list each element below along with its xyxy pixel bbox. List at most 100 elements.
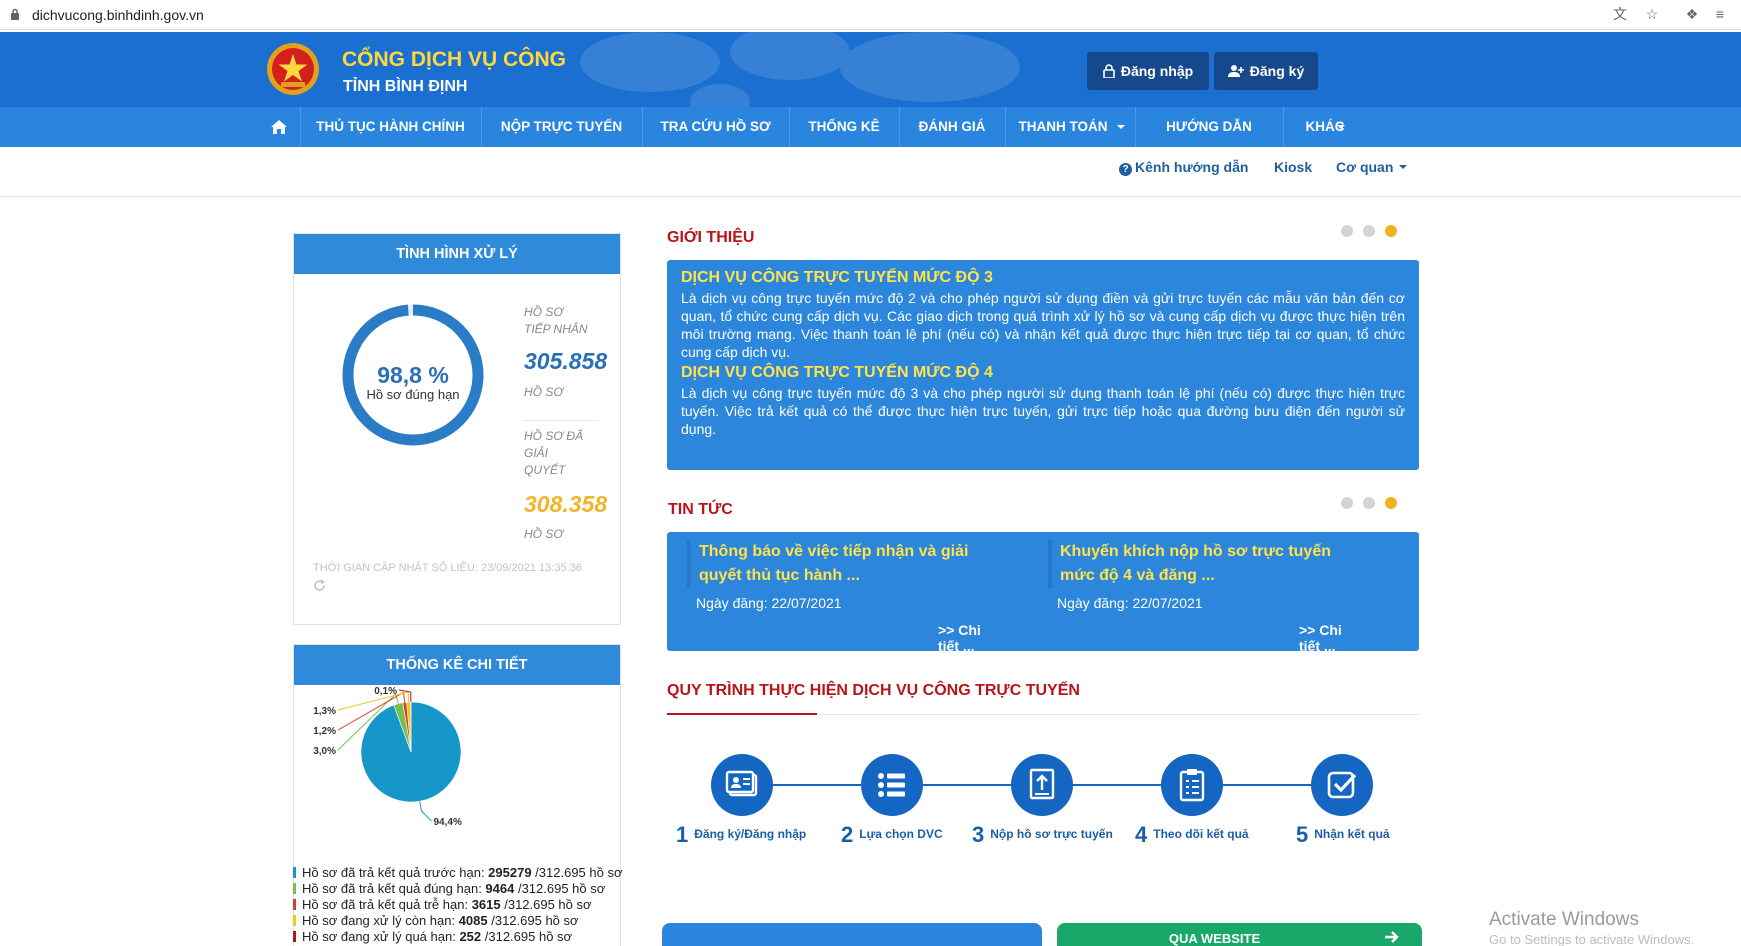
carousel-dot[interactable] (1363, 225, 1375, 237)
nav-item-payment-label: THANH TOÁN (1018, 119, 1108, 134)
nav-item-rating[interactable]: ĐÁNH GIÁ (899, 107, 1005, 147)
legend-marker (293, 883, 296, 894)
extension-icon[interactable]: ❖ (1684, 6, 1700, 22)
pie-leader-line (419, 801, 432, 822)
nav-item-guide[interactable]: HƯỚNG DẪN (1135, 107, 1283, 147)
lock-icon (1103, 64, 1115, 78)
intro-text-level4: Là dịch vụ công trực tuyến mức độ 3 và c… (681, 385, 1405, 437)
received-unit: HỒ SƠ (524, 385, 564, 399)
legend-value: 9464 (485, 881, 515, 896)
legend-text: Hồ sơ đang xử lý quá hạn: (302, 929, 460, 944)
main-nav: THỦ TỤC HÀNH CHÍNH NỘP TRỰC TUYẾN TRA CỨ… (0, 107, 1741, 147)
kiosk-link[interactable]: Kiosk (1274, 159, 1312, 175)
legend-total: /312.695 hồ sơ (531, 865, 623, 880)
carousel-dot[interactable] (1363, 497, 1375, 509)
news-item: Thông báo về việc tiếp nhận và giải quyế… (667, 532, 997, 654)
url-text[interactable]: dichvucong.binhdinh.gov.vn (32, 7, 204, 23)
resolved-label-line: HỒ SƠ ĐÃ (524, 429, 584, 443)
nav-item-lookup[interactable]: TRA CỨU HỒ SƠ (642, 107, 789, 147)
received-label-line: TIẾP NHẬN (524, 322, 588, 336)
process-section-title: QUY TRÌNH THỰC HIỆN DỊCH VỤ CÔNG TRỰC TU… (667, 682, 1080, 699)
step-label: 4 Theo dõi kết quả (1135, 822, 1249, 848)
step-text: Đăng ký/Đăng nhập (694, 827, 807, 842)
site-subtitle: TỈNH BÌNH ĐỊNH (343, 78, 468, 95)
resolved-unit: HỒ SƠ (524, 527, 564, 541)
legend-item: Hồ sơ đã trả kết quả đúng hạn: 9464 /312… (293, 881, 623, 896)
add-user-icon (1227, 65, 1244, 77)
legend-text: Hồ sơ đã trả kết quả trễ hạn: (302, 897, 472, 912)
activation-watermark-title: Activate Windows (1489, 909, 1639, 930)
nav-item-statistics[interactable]: THỐNG KÊ (789, 107, 899, 147)
nav-item-submit-online[interactable]: NỘP TRỰC TUYẾN (481, 107, 642, 147)
step-number: 1 (676, 822, 689, 847)
news-card: Thông báo về việc tiếp nhận và giải quyế… (667, 532, 1419, 654)
step-text: Theo dõi kết quả (1153, 827, 1249, 842)
news-item: Khuyến khích nộp hồ sơ trực tuyến mức độ… (1028, 532, 1358, 654)
news-carousel-dots (1341, 497, 1401, 509)
arrow-right-icon (1385, 931, 1399, 943)
login-label: Đăng nhập (1120, 63, 1194, 79)
nav-item-other[interactable]: KHÁC (1283, 107, 1381, 147)
pie-data-label: 3,0% (313, 746, 336, 757)
browser-address-bar: dichvucong.binhdinh.gov.vn 文 ☆ ❖ ≡ (0, 0, 1741, 30)
caret-down-icon (1337, 125, 1345, 129)
login-button[interactable]: Đăng nhập (1087, 52, 1209, 90)
register-label: Đăng ký (1249, 63, 1305, 79)
news-item-more-link[interactable]: >> Chi tiết ... (1299, 622, 1358, 654)
pie-data-label: 94,4% (434, 817, 462, 828)
legend-total: /312.695 hồ sơ (481, 929, 573, 944)
website-button[interactable]: QUA WEBSITE (1057, 923, 1422, 946)
news-item-more-link[interactable]: >> Chi tiết ... (938, 622, 997, 654)
site-header (0, 32, 1741, 107)
register-button[interactable]: Đăng ký (1214, 52, 1318, 90)
legend-marker (293, 931, 296, 942)
carousel-dot[interactable] (1341, 225, 1353, 237)
nav-item-procedures[interactable]: THỦ TỤC HÀNH CHÍNH (300, 107, 481, 147)
legend-item: Hồ sơ đang xử lý quá hạn: 252 /312.695 h… (293, 929, 623, 944)
translate-icon[interactable]: 文 (1612, 6, 1628, 22)
update-time: THỜI GIAN CẬP NHẬT SỐ LIỆU: 23/09/2021 1… (313, 562, 582, 574)
step-register-icon[interactable] (711, 754, 773, 816)
news-item-title[interactable]: Thông báo về việc tiếp nhận và giải quyế… (687, 540, 977, 588)
step-label: 2 Lựa chọn DVC (841, 822, 943, 848)
stat-divider (524, 420, 599, 421)
resolved-label-line: QUYẾT (524, 463, 566, 477)
agency-dropdown[interactable]: Cơ quan (1336, 159, 1408, 175)
bottom-channel-button[interactable] (662, 923, 1042, 946)
legend-text: Hồ sơ đã trả kết quả trước hạn: (302, 865, 489, 880)
stats-panel-title: THỐNG KÊ CHI TIẾT (294, 645, 620, 685)
carousel-dot-active[interactable] (1385, 497, 1397, 509)
carousel-dot-active[interactable] (1385, 225, 1397, 237)
nav-item-payment[interactable]: THANH TOÁN (1005, 107, 1135, 147)
step-track-icon[interactable] (1161, 754, 1223, 816)
activation-watermark-text: Go to Settings to activate Windows. (1489, 932, 1695, 946)
caret-down-icon (1399, 165, 1408, 169)
stats-pie-chart: 94,4% 3,0% 1,2% 1,3% 0,1% (313, 686, 462, 828)
step-number: 3 (972, 822, 985, 847)
step-receive-icon[interactable] (1311, 754, 1373, 816)
home-icon[interactable] (271, 120, 287, 134)
refresh-icon[interactable] (313, 579, 326, 592)
news-item-date: Ngày đăng: 22/07/2021 (696, 595, 842, 611)
carousel-dot[interactable] (1341, 497, 1353, 509)
legend-value: 295279 (488, 865, 532, 880)
star-icon[interactable]: ☆ (1644, 6, 1660, 22)
news-item-title[interactable]: Khuyến khích nộp hồ sơ trực tuyến mức độ… (1048, 540, 1338, 588)
legend-value: 3615 (471, 897, 501, 912)
reading-list-icon[interactable]: ≡ (1712, 6, 1728, 22)
step-number: 5 (1296, 822, 1309, 847)
legend-total: /312.695 hồ sơ (500, 897, 592, 912)
step-label: 3 Nộp hồ sơ trực tuyến (972, 822, 1113, 848)
intro-heading-level4: DỊCH VỤ CÔNG TRỰC TUYẾN MỨC ĐỘ 4 (681, 364, 993, 381)
guide-channel-label: Kênh hướng dẫn (1135, 159, 1249, 175)
status-panel-title: TÌNH HÌNH XỬ LÝ (294, 234, 620, 274)
guide-channel-link[interactable]: ? Kênh hướng dẫn (1119, 159, 1248, 176)
legend-item: Hồ sơ đã trả kết quả trễ hạn: 3615 /312.… (293, 897, 623, 912)
step-select-service-icon[interactable] (861, 754, 923, 816)
step-text: Nộp hồ sơ trực tuyến (990, 827, 1113, 842)
received-label: HỒ SƠ TIẾP NHẬN (524, 304, 588, 338)
intro-section-title: GIỚI THIỆU (667, 229, 755, 246)
step-submit-icon[interactable] (1011, 754, 1073, 816)
legend-total: /312.695 hồ sơ (487, 913, 579, 928)
step-label: 5 Nhận kết quả (1296, 822, 1390, 848)
